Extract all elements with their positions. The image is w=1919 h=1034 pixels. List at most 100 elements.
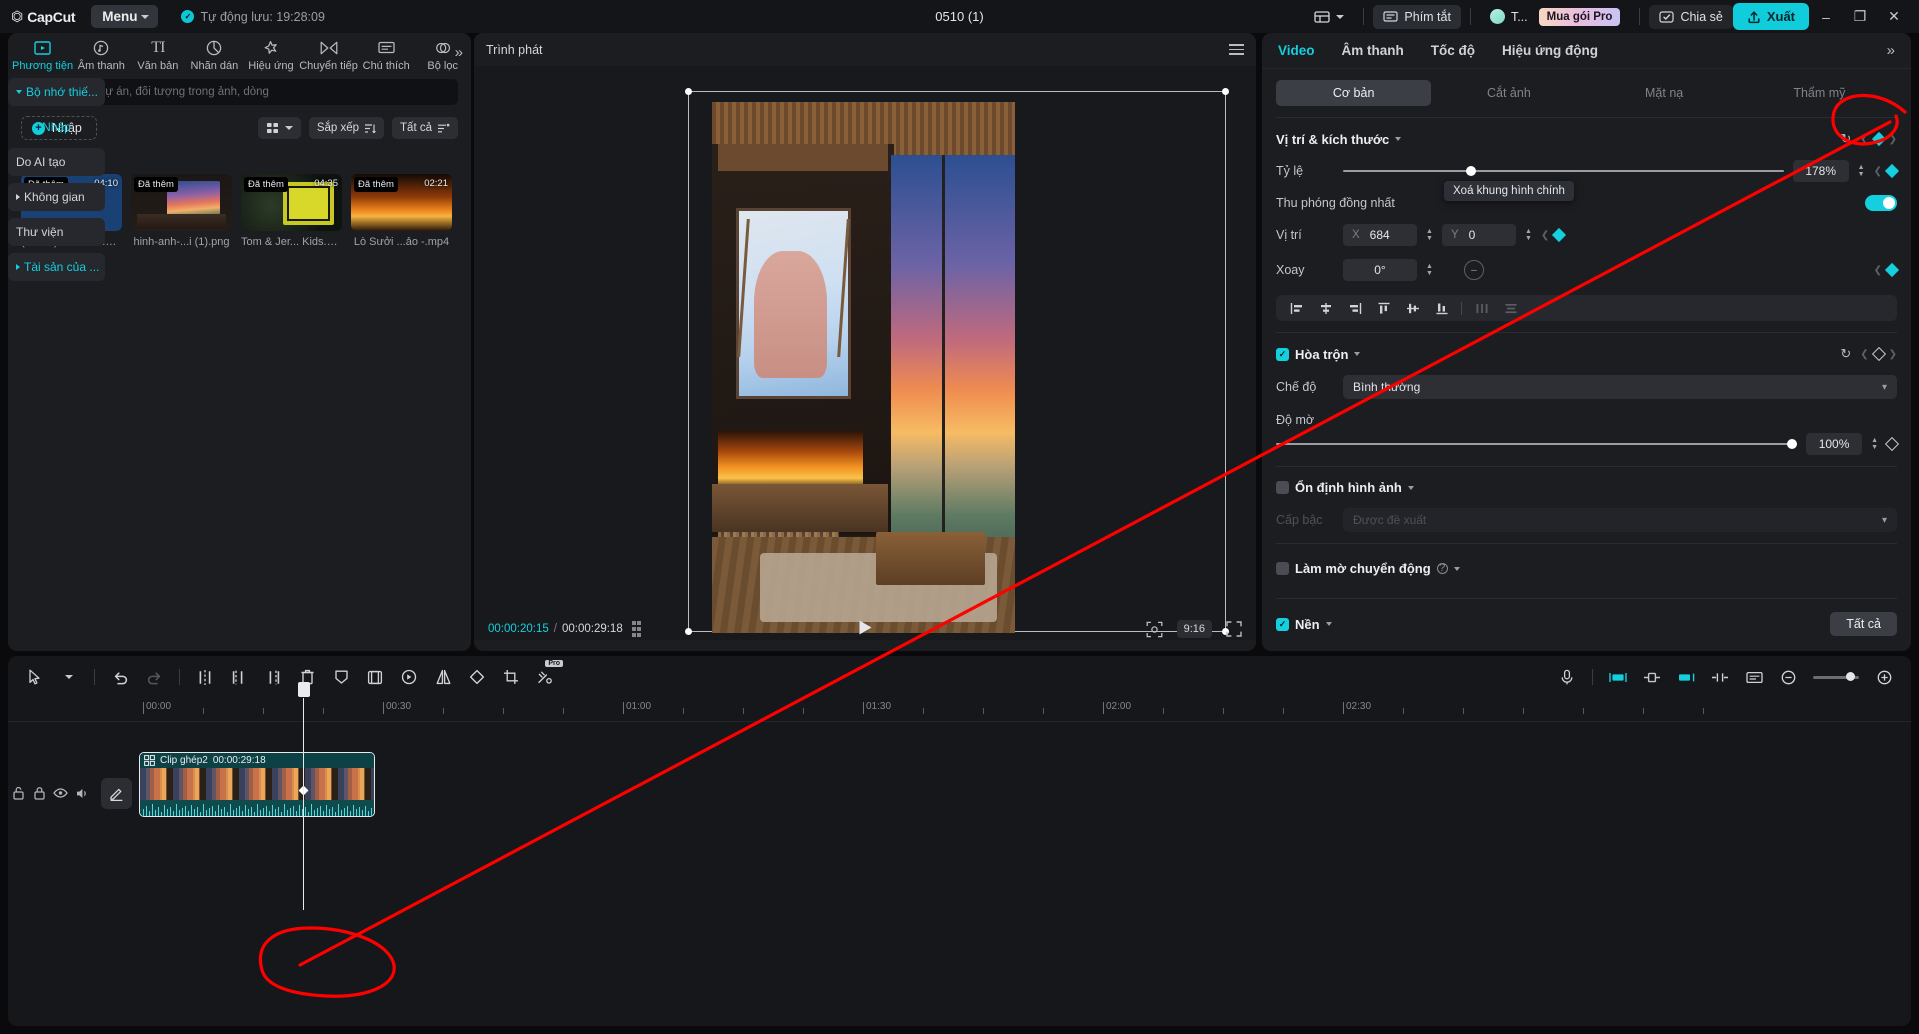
- rotate-stepper[interactable]: ▲ ▼: [1426, 263, 1433, 277]
- tab-animation[interactable]: Hiệu ứng động: [1502, 43, 1598, 58]
- segment-basic[interactable]: Cơ bản: [1276, 80, 1432, 106]
- keyframe-toggle-icon[interactable]: [1884, 436, 1900, 452]
- playhead-grip[interactable]: [297, 682, 310, 697]
- video-frame[interactable]: [712, 102, 1015, 633]
- tab-effects[interactable]: Hiệu ứng: [243, 33, 300, 72]
- collapse-chevron-icon[interactable]: [1407, 485, 1414, 490]
- media-thumbnail[interactable]: Đã thêm 02:21: [351, 174, 452, 231]
- scale-value[interactable]: 178%: [1792, 160, 1849, 182]
- export-button[interactable]: Xuất: [1732, 3, 1809, 30]
- sidebar-item-space[interactable]: Không gian: [8, 183, 105, 211]
- keyframe-toggle-icon[interactable]: [1884, 163, 1900, 179]
- shortcuts-button[interactable]: Phím tắt: [1373, 4, 1461, 29]
- freeze-button[interactable]: [324, 662, 358, 692]
- tab-transition[interactable]: Chuyển tiếp: [299, 33, 358, 72]
- keyframe-toggle-icon[interactable]: [1871, 346, 1886, 362]
- align-center-horizontal-icon[interactable]: [1311, 295, 1340, 321]
- hamburger-icon[interactable]: [1229, 44, 1244, 55]
- reset-icon[interactable]: ↻: [1840, 131, 1851, 147]
- align-bottom-icon[interactable]: [1427, 295, 1456, 321]
- timeline-playhead[interactable]: [297, 682, 310, 828]
- remove-background-button[interactable]: Pro: [528, 660, 563, 692]
- keyframe-prev-icon[interactable]: ❮: [1860, 349, 1868, 360]
- segment-mask[interactable]: Mặt nạ: [1587, 80, 1742, 106]
- aspect-ratio-button[interactable]: 9:16: [1176, 620, 1212, 638]
- align-top-icon[interactable]: [1369, 295, 1398, 321]
- scale-slider[interactable]: [1343, 164, 1784, 178]
- menu-button[interactable]: Menu: [91, 5, 159, 28]
- share-button[interactable]: Chia sẻ: [1649, 4, 1733, 29]
- layout-button[interactable]: [1304, 5, 1354, 29]
- opacity-slider[interactable]: [1276, 437, 1798, 451]
- chevron-double-right-icon[interactable]: »: [1887, 42, 1895, 59]
- mirror-button[interactable]: [426, 662, 460, 692]
- media-item[interactable]: Đã thêm 04:35 Tom & Jer... Kids.mp4: [241, 174, 342, 248]
- timeline-clip[interactable]: Clip ghép2 00:00:29:18: [139, 752, 375, 817]
- collapse-chevron-icon[interactable]: [1325, 622, 1332, 626]
- blend-checkbox[interactable]: ✓: [1276, 347, 1289, 361]
- fit-screen-icon[interactable]: [1146, 621, 1163, 638]
- media-item[interactable]: Đã thêm hinh-anh-...i (1).png: [131, 174, 232, 248]
- fullscreen-icon[interactable]: [1226, 621, 1242, 637]
- tab-text[interactable]: TI Văn bản: [130, 33, 187, 73]
- timeline-zoom-slider[interactable]: [1813, 672, 1859, 681]
- filter-button[interactable]: Tất cả: [392, 117, 458, 139]
- position-x-field[interactable]: X 684: [1343, 224, 1417, 246]
- rotate-button[interactable]: [460, 662, 494, 692]
- align-right-icon[interactable]: [1340, 295, 1369, 321]
- buy-pro-badge[interactable]: Mua gói Pro: [1538, 7, 1621, 26]
- position-y-field[interactable]: Y 0: [1441, 224, 1516, 246]
- undo-button[interactable]: [103, 662, 137, 692]
- scale-stepper[interactable]: ▲ ▼: [1858, 164, 1865, 178]
- collapse-chevron-icon[interactable]: [1395, 137, 1402, 141]
- pip-button[interactable]: [358, 662, 392, 692]
- keyframe-toggle-icon[interactable]: [1871, 131, 1886, 147]
- keyframe-toggle-icon[interactable]: [1884, 262, 1900, 278]
- eye-icon[interactable]: [50, 779, 71, 807]
- tab-sticker[interactable]: Nhãn dán: [186, 33, 243, 72]
- sidebar-item-library[interactable]: Thư viện: [8, 218, 105, 246]
- edit-track-button[interactable]: [101, 777, 132, 809]
- volume-icon[interactable]: [71, 779, 92, 807]
- help-icon[interactable]: ?: [1436, 563, 1448, 574]
- position-y-stepper[interactable]: ▲ ▼: [1525, 228, 1532, 242]
- tab-audio[interactable]: Âm thanh: [73, 33, 130, 72]
- trim-right-button[interactable]: [256, 662, 290, 692]
- lock-icon[interactable]: [29, 779, 50, 807]
- keyframe-prev-icon[interactable]: ❮: [1541, 230, 1549, 241]
- reverse-button[interactable]: [392, 662, 426, 692]
- distribute-horizontal-icon[interactable]: [1467, 295, 1496, 321]
- tab-media[interactable]: Phương tiện: [12, 33, 73, 72]
- minimize-button[interactable]: –: [1809, 0, 1843, 33]
- timeline-ruler[interactable]: 00:00 00:30 01:00 01:30 02:00 02:30: [8, 698, 1911, 722]
- zoom-in-button[interactable]: [1867, 662, 1901, 692]
- sidebar-item-my-assets[interactable]: Tài sản của ...: [8, 253, 105, 281]
- media-item[interactable]: Đã thêm 02:21 Lò Sưởi ...ảo -.mp4: [351, 174, 452, 248]
- background-checkbox[interactable]: ✓: [1276, 617, 1289, 631]
- tab-video[interactable]: Video: [1278, 43, 1315, 58]
- sidebar-item-ai-generated[interactable]: Do AI tạo: [8, 148, 105, 176]
- auto-layout-button[interactable]: [1635, 662, 1669, 692]
- segment-beauty[interactable]: Thẩm mỹ: [1742, 80, 1897, 106]
- keyframe-prev-icon[interactable]: ❮: [1874, 265, 1882, 276]
- stabilize-checkbox[interactable]: [1276, 481, 1289, 494]
- marker-button[interactable]: [1669, 662, 1703, 692]
- zoom-out-button[interactable]: [1771, 662, 1805, 692]
- rotate-value[interactable]: 0°: [1343, 259, 1417, 281]
- record-voiceover-button[interactable]: [1550, 662, 1584, 692]
- select-tool-button[interactable]: [18, 662, 52, 692]
- uniform-scale-toggle[interactable]: [1865, 195, 1897, 211]
- sidebar-item-device-storage[interactable]: Bộ nhớ thiế...: [8, 78, 105, 106]
- adapt-track-button[interactable]: [1601, 662, 1635, 692]
- blend-mode-select[interactable]: Bình thường ▾: [1343, 375, 1897, 399]
- resize-handle-tl[interactable]: [685, 88, 692, 95]
- close-button[interactable]: ✕: [1877, 0, 1911, 33]
- link-clips-button[interactable]: [1703, 662, 1737, 692]
- crop-button[interactable]: [494, 662, 528, 692]
- tab-audio-props[interactable]: Âm thanh: [1342, 43, 1404, 58]
- align-center-vertical-icon[interactable]: [1398, 295, 1427, 321]
- opacity-value[interactable]: 100%: [1806, 433, 1863, 455]
- media-thumbnail[interactable]: Đã thêm 04:35: [241, 174, 342, 231]
- keyframe-next-icon[interactable]: ❯: [1889, 349, 1897, 360]
- keyframe-prev-icon[interactable]: ❮: [1860, 134, 1868, 145]
